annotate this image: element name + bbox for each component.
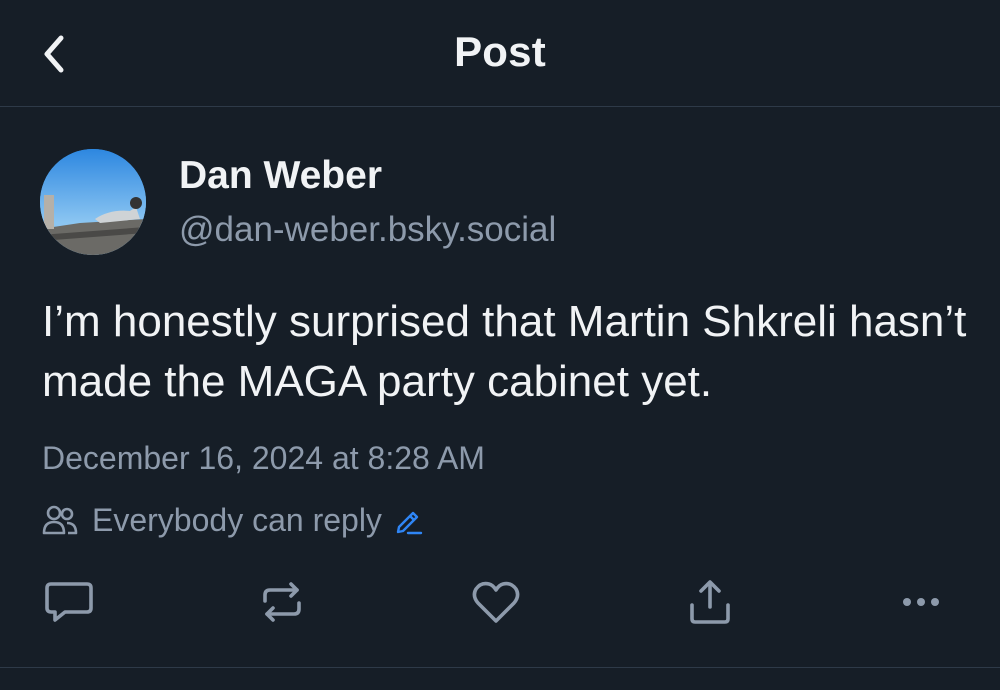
divider bbox=[0, 667, 1000, 668]
author-name[interactable]: Dan Weber bbox=[179, 154, 382, 198]
reply-setting-label: Everybody can reply bbox=[92, 501, 382, 538]
repost-button[interactable] bbox=[252, 572, 312, 632]
repost-icon bbox=[263, 582, 301, 622]
post-text: I’m honestly surprised that Martin Shkre… bbox=[42, 297, 967, 406]
share-icon bbox=[690, 580, 730, 624]
more-icon bbox=[903, 598, 939, 606]
like-button[interactable] bbox=[466, 572, 526, 632]
reply-setting[interactable]: Everybody can reply bbox=[42, 500, 424, 540]
post-actions bbox=[0, 572, 1000, 632]
header: Post bbox=[0, 0, 1000, 107]
more-options-button[interactable] bbox=[891, 572, 951, 632]
pencil-icon[interactable] bbox=[394, 505, 424, 535]
author-handle[interactable]: @dan-weber.bsky.social bbox=[179, 210, 556, 250]
page-title: Post bbox=[454, 28, 546, 75]
people-icon bbox=[42, 504, 78, 536]
share-button[interactable] bbox=[680, 572, 740, 632]
heart-icon bbox=[472, 581, 520, 623]
post-timestamp: December 16, 2024 at 8:28 AM bbox=[42, 440, 485, 476]
avatar-image bbox=[40, 149, 146, 255]
comment-icon bbox=[45, 582, 93, 622]
reply-button[interactable] bbox=[39, 572, 99, 632]
avatar[interactable] bbox=[40, 149, 146, 255]
